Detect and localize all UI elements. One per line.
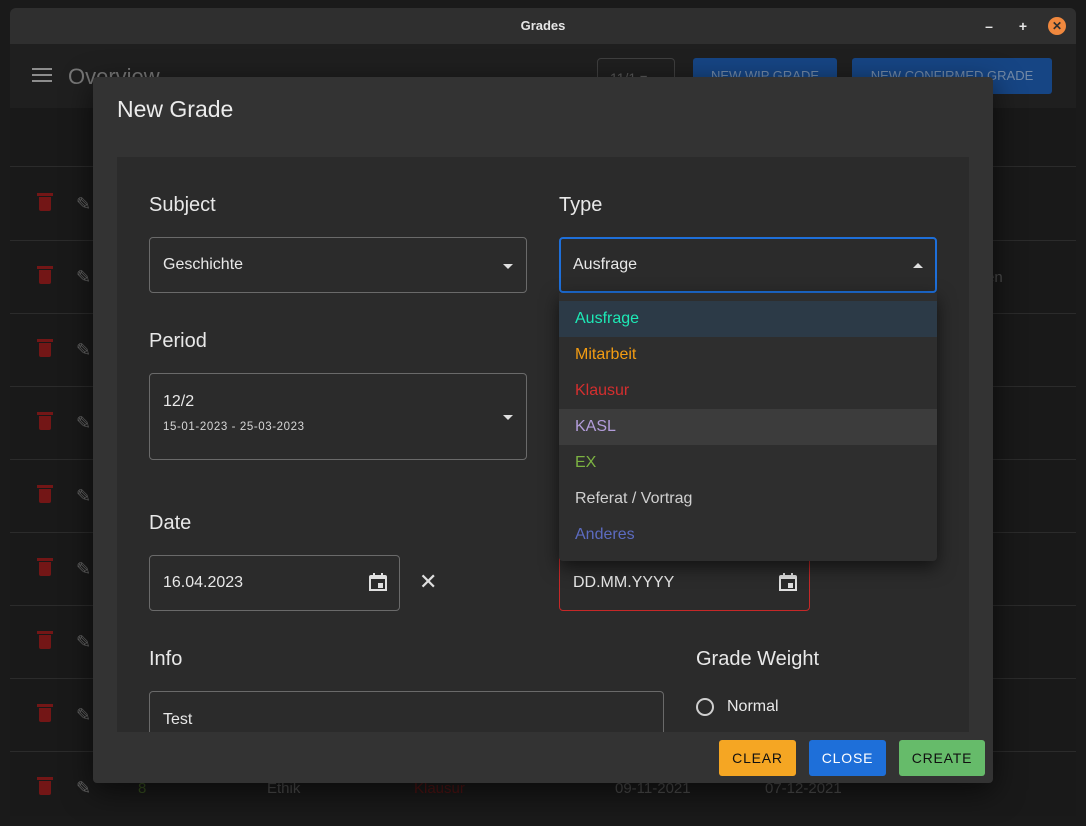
period-range: 15-01-2023 - 25-03-2023 [163, 421, 305, 433]
date-placeholder: DD.MM.YYYY [573, 574, 675, 591]
subject-value: Geschichte [163, 256, 244, 273]
calendar-icon[interactable] [369, 573, 387, 591]
chevron-down-icon [503, 415, 513, 420]
window-title: Grades [520, 18, 566, 33]
subject-label: Subject [149, 194, 216, 216]
second-date-input[interactable]: DD.MM.YYYY [559, 555, 810, 611]
type-option-kasl[interactable]: KASL [559, 409, 937, 445]
dialog-title: New Grade [117, 96, 234, 122]
minimize-button[interactable]: – [980, 17, 998, 35]
clear-button[interactable]: CLEAR [719, 740, 796, 776]
title-bar: Grades – + ✕ [10, 8, 1076, 44]
type-option-klausur[interactable]: Klausur [559, 373, 937, 409]
chevron-up-icon [913, 263, 923, 268]
close-window-button[interactable]: ✕ [1048, 17, 1066, 35]
subject-select[interactable]: Geschichte [149, 237, 527, 293]
grade-weight-label: Grade Weight [696, 648, 820, 670]
normal-weight-label: Normal [727, 698, 779, 715]
type-option-referat[interactable]: Referat / Vortrag [559, 481, 937, 517]
normal-weight-radio[interactable] [696, 698, 714, 716]
close-button[interactable]: CLOSE [809, 740, 886, 776]
create-button[interactable]: CREATE [899, 740, 985, 776]
type-label: Type [559, 194, 603, 216]
info-input[interactable]: Test [149, 691, 664, 732]
type-option-anderes[interactable]: Anderes [559, 517, 937, 553]
date-label: Date [149, 512, 192, 534]
type-option-ex[interactable]: EX [559, 445, 937, 481]
period-select[interactable]: 12/2 15-01-2023 - 25-03-2023 [149, 373, 527, 460]
calendar-icon[interactable] [779, 573, 797, 591]
clear-date-icon[interactable]: ✕ [419, 571, 437, 593]
type-option-ausfrage[interactable]: Ausfrage [559, 301, 937, 337]
type-option-mitarbeit[interactable]: Mitarbeit [559, 337, 937, 373]
date-input[interactable]: 16.04.2023 [149, 555, 400, 611]
info-label: Info [149, 648, 183, 670]
date-value: 16.04.2023 [163, 574, 244, 591]
maximize-button[interactable]: + [1014, 17, 1032, 35]
info-value: Test [163, 711, 193, 728]
type-dropdown-menu: Ausfrage Mitarbeit Klausur KASL EX Refer… [559, 293, 937, 561]
period-label: Period [149, 330, 207, 352]
type-value: Ausfrage [573, 256, 638, 273]
period-value: 12/2 [163, 393, 195, 410]
chevron-down-icon [503, 264, 513, 269]
type-select[interactable]: Ausfrage [559, 237, 937, 293]
